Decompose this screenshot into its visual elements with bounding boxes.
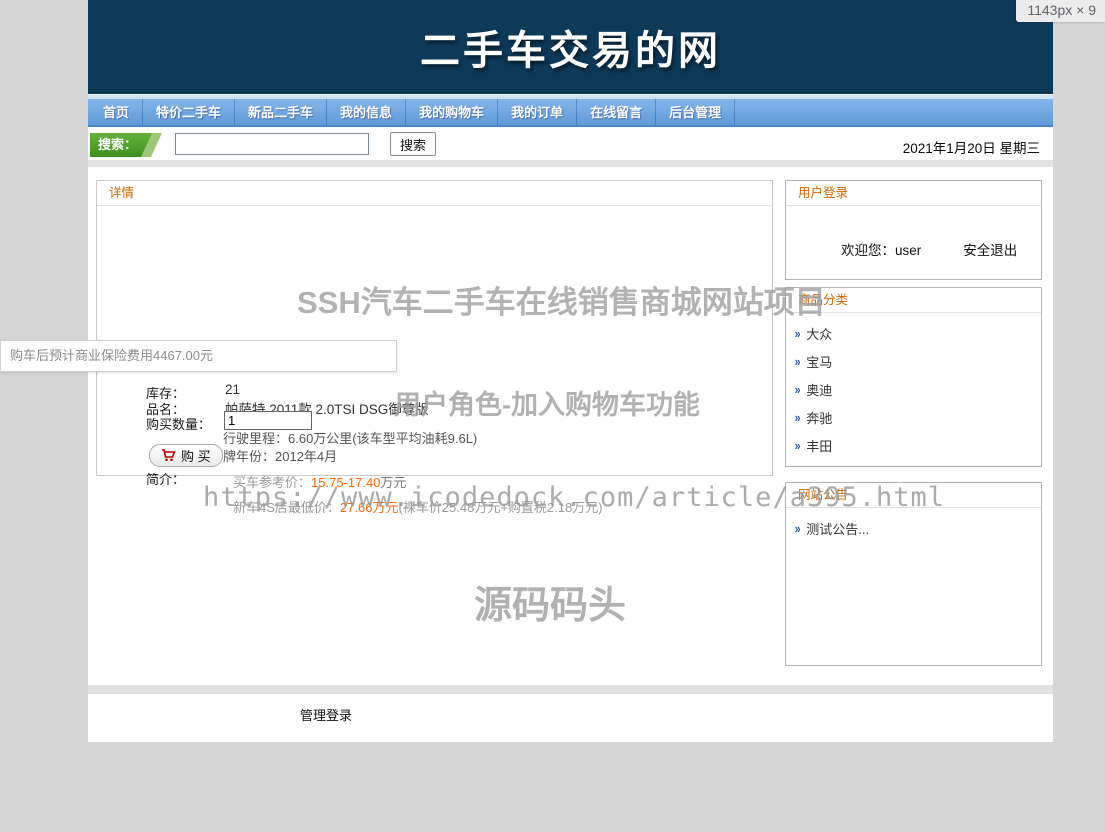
notice-label: 测试公告... (806, 519, 869, 538)
categories-title: 商品分类 (786, 288, 1041, 313)
user-login-title: 用户登录 (786, 181, 1041, 206)
nav-item-my-info[interactable]: 我的信息 (327, 99, 406, 125)
new-car-price-note: (裸车价25.48万元+购置税2.18万元) (398, 500, 602, 515)
category-label: 大众 (806, 324, 832, 343)
reference-price-unit: 万元 (380, 475, 406, 490)
category-item-partial[interactable]: » (786, 459, 1041, 467)
stock-label: 库存： (146, 383, 185, 402)
categories-list: » 大众 » 宝马 » 奥迪 » 奔驰 » 丰田 » (786, 313, 1041, 467)
quantity-label: 购买数量： (146, 414, 211, 433)
category-label: 宝马 (806, 352, 832, 371)
category-label: 丰田 (806, 436, 832, 455)
insurance-tooltip: 购车后预计商业保险费用4467.00元 (0, 340, 397, 372)
clipped-category-stub (806, 466, 822, 467)
arrow-bullet-icon: » (795, 467, 801, 468)
reference-price-label: 买车参考价： (233, 475, 311, 490)
mileage-line: 行驶里程：6.60万公里(该车型平均油耗9.6L) (223, 428, 477, 447)
buy-button-label: 购 买 (181, 446, 211, 465)
category-item-bmw[interactable]: » 宝马 (786, 347, 1041, 375)
category-item-toyota[interactable]: » 丰田 (786, 431, 1041, 459)
categories-panel: 商品分类 » 大众 » 宝马 » 奥迪 » 奔驰 » 丰田 » (785, 287, 1042, 467)
arrow-bullet-icon: » (795, 522, 801, 535)
new-car-price-line: 新车4S店最低价：27.66万元(裸车价25.48万元+购置税2.18万元) (233, 497, 603, 517)
nav-item-new-used-cars[interactable]: 新品二手车 (235, 99, 327, 125)
search-input[interactable] (175, 133, 369, 155)
arrow-bullet-icon: » (795, 327, 801, 340)
nav-item-my-cart[interactable]: 我的购物车 (406, 99, 498, 125)
detail-panel: 详情 品名： 帕萨特 2011款 2.0TSI DSG御尊版 行驶里程：6.60… (96, 180, 773, 476)
viewport-size-badge: 1143px × 9 (1016, 0, 1105, 22)
search-button[interactable]: 搜索 (390, 132, 436, 156)
reference-price-value: 15.75-17.40 (311, 475, 380, 490)
nav-item-my-orders[interactable]: 我的订单 (498, 99, 577, 125)
nav-item-home[interactable]: 首页 (90, 99, 143, 125)
welcome-label: 欢迎您： (841, 243, 895, 258)
site-header: 二手车交易的网 (88, 0, 1053, 94)
buy-button[interactable]: 购 买 (149, 444, 223, 467)
category-item-volkswagen[interactable]: » 大众 (786, 319, 1041, 347)
sidebar: 用户登录 欢迎您：user 安全退出 商品分类 » 大众 » 宝马 » 奥迪 » 奔驰 »… (785, 180, 1042, 666)
footer-band (88, 685, 1053, 694)
year-line: 牌年份：2012年4月 (223, 446, 337, 465)
admin-login-link[interactable]: 管理登录 (300, 708, 352, 723)
user-login-panel: 用户登录 欢迎您：user 安全退出 (785, 180, 1042, 280)
stock-value: 21 (225, 382, 240, 397)
footer: 管理登录 (88, 694, 1053, 742)
reference-price-line: 买车参考价：15.75-17.40万元 (233, 472, 406, 492)
main-content: 详情 品名： 帕萨特 2011款 2.0TSI DSG御尊版 行驶里程：6.60… (88, 167, 1053, 685)
notices-list: » 测试公告... (786, 508, 1041, 542)
current-date: 2021年1月20日 星期三 (903, 137, 1040, 157)
nav-item-messages[interactable]: 在线留言 (577, 99, 656, 125)
category-label: 奥迪 (806, 380, 832, 399)
detail-panel-title: 详情 (97, 181, 772, 206)
login-status: 欢迎您：user 安全退出 (786, 206, 1041, 259)
category-item-benz[interactable]: » 奔驰 (786, 403, 1041, 431)
main-nav: 首页 特价二手车 新品二手车 我的信息 我的购物车 我的订单 在线留言 后台管理 (88, 99, 1053, 127)
site-title: 二手车交易的网 (420, 18, 721, 76)
new-car-price-value: 27.66万元 (340, 500, 399, 515)
quantity-input[interactable] (224, 411, 312, 430)
arrow-bullet-icon: » (795, 355, 801, 368)
divider-band (88, 160, 1053, 167)
cart-icon (161, 449, 176, 462)
new-car-price-label: 新车4S店最低价： (233, 500, 340, 515)
search-bar: 搜索： 搜索 2021年1月20日 星期三 (88, 130, 1053, 160)
nav-item-admin[interactable]: 后台管理 (656, 99, 735, 125)
notice-item[interactable]: » 测试公告... (786, 514, 1041, 542)
category-item-audi[interactable]: » 奥迪 (786, 375, 1041, 403)
notices-title: 网站公告 (786, 483, 1041, 508)
notices-panel: 网站公告 » 测试公告... (785, 482, 1042, 666)
arrow-bullet-icon: » (795, 383, 801, 396)
nav-item-special-used-cars[interactable]: 特价二手车 (143, 99, 235, 125)
intro-label: 简介： (146, 469, 185, 488)
arrow-bullet-icon: » (795, 411, 801, 424)
arrow-bullet-icon: » (795, 439, 801, 452)
category-label: 奔驰 (806, 408, 832, 427)
logout-link[interactable]: 安全退出 (963, 243, 1017, 258)
username: user (895, 243, 921, 258)
